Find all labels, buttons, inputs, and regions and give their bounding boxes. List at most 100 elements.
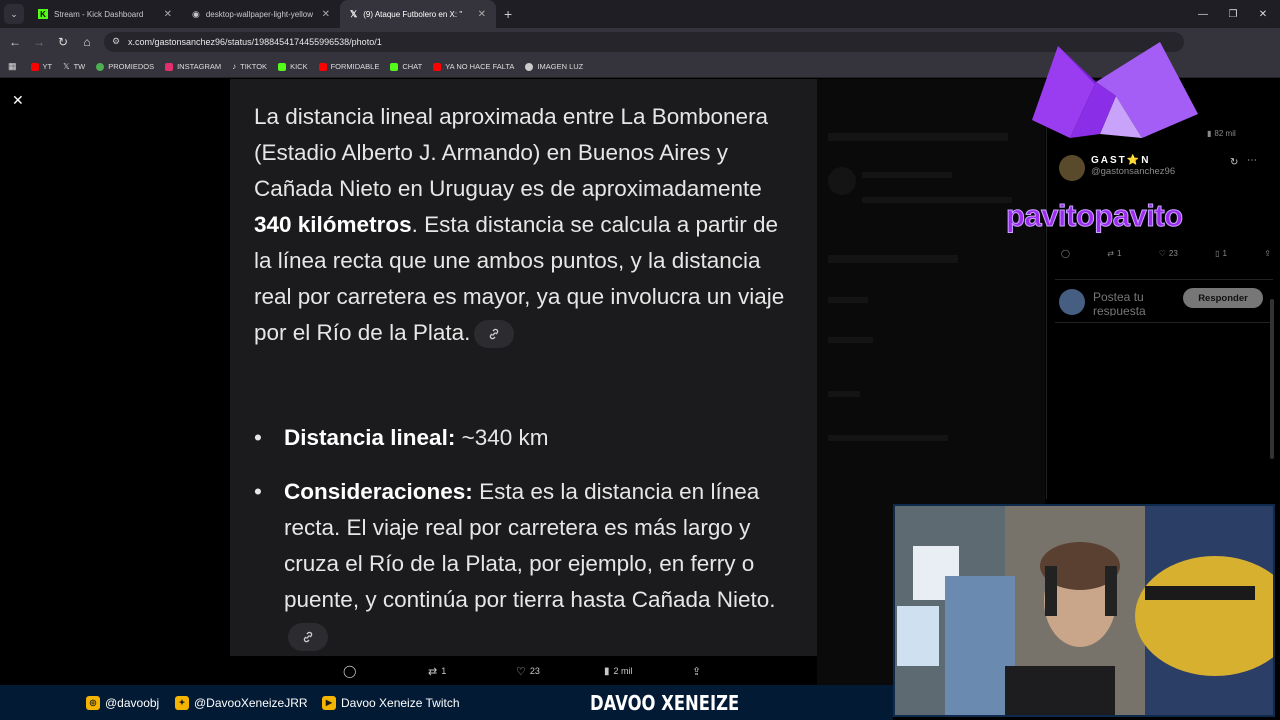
link-chip (288, 623, 328, 652)
tab-strip: ⌄ K Stream - Kick Dashboard ✕ ◉ desktop-… (0, 0, 1280, 28)
author-handle: @gastonsanchez96 (1091, 166, 1176, 177)
bookmark-ya-no-hace-falta[interactable]: YA NO HACE FALTA (433, 62, 514, 71)
bookmark-tiktok[interactable]: ♪ TIKTOK (232, 62, 267, 71)
instagram-icon: ◎ (86, 695, 100, 710)
avatar[interactable] (1059, 155, 1085, 181)
retweet-icon: ⇄ (428, 665, 438, 678)
promiedos-icon (96, 62, 105, 71)
close-icon[interactable]: ✕ (12, 92, 24, 109)
bookmark-instagram[interactable]: INSTAGRAM (165, 62, 221, 71)
ghost-line (828, 435, 948, 441)
close-icon[interactable]: ✕ (164, 9, 172, 20)
chevron-down-icon: ⌄ (10, 8, 18, 19)
tab-x-status[interactable]: 𝕏 (9) Ataque Futbolero en X: " ✕ (340, 0, 496, 28)
bold-distance: 340 kilómetros (254, 212, 412, 237)
like-button[interactable]: ♡ 23 (516, 665, 540, 678)
reply-composer: Postea tu respuesta Responder (1055, 279, 1273, 323)
reply-button[interactable]: ◯ (343, 664, 356, 678)
reply-submit-button[interactable]: Responder (1183, 288, 1263, 308)
views-button[interactable]: ▮ 2 mil (604, 666, 633, 677)
x-icon: 𝕏 (63, 62, 70, 71)
address-bar[interactable]: ⚙ x.com/gastonsanchez96/status/198845417… (104, 32, 1184, 52)
stream-info-bar: ◎ @davoobj ✦ @DavooXeneizeJRR ▶ Davoo Xenei… (0, 685, 893, 720)
photo-paragraph: La distancia lineal aproximada entre La … (254, 99, 799, 351)
close-icon[interactable]: ✕ (322, 9, 330, 20)
x-icon: 𝕏 (350, 8, 358, 19)
channel-logo (1032, 42, 1198, 138)
retweet-button[interactable]: ⇄ 1 (1107, 249, 1121, 258)
retweet-button[interactable]: ⇄ 1 (428, 665, 446, 678)
link-chip (474, 320, 515, 349)
reply-icon: ◯ (1061, 249, 1070, 258)
share-button[interactable]: ⇪ (692, 665, 701, 678)
bookmark-imagen-luz[interactable]: IMAGEN LUZ (525, 62, 583, 71)
avatar (1059, 289, 1085, 315)
youtube-icon (433, 62, 442, 71)
reply-button[interactable]: ◯ (1061, 249, 1070, 258)
bookmark-kick[interactable]: KICK (278, 62, 308, 71)
grok-icon[interactable]: ↻ (1230, 157, 1238, 168)
overlay-channel-name: pavitopavito (1006, 198, 1184, 234)
webcam-scene (895, 506, 1273, 715)
link-icon (490, 328, 499, 340)
bookmark-formidable[interactable]: FORMIDABLE (318, 62, 379, 71)
youtube-icon (318, 62, 327, 71)
url-text: x.com/gastonsanchez96/status/19884541744… (128, 37, 382, 47)
close-icon[interactable]: ✕ (478, 9, 486, 20)
bookmark-yt[interactable]: YT (30, 62, 52, 71)
reply-icon: ◯ (343, 664, 357, 678)
bar-chart-icon: ▮ (1207, 129, 1212, 138)
kick-icon: K (38, 9, 48, 19)
forward-button[interactable]: → (27, 35, 51, 49)
site-info-icon[interactable]: ⚙ (112, 36, 120, 47)
list-item: Distancia lineal: ~340 km (254, 420, 799, 456)
bookmark-icon: ▯ (1215, 249, 1220, 258)
ghost-line (828, 391, 860, 397)
restore-button[interactable]: ❐ (1216, 0, 1250, 28)
kick-icon (278, 62, 287, 71)
minimize-button[interactable]: — (1186, 0, 1220, 28)
tweet-detail-panel: ▮ 82 mil GAST⭐N @gastonsanchez96 ↻ ⋯ ◯ ⇄ 1… (1046, 79, 1280, 499)
ghost-heading (828, 133, 1008, 141)
youtube-icon: ▶ (322, 695, 336, 710)
more-icon[interactable]: ⋯ (1247, 155, 1257, 166)
bullet-list: Distancia lineal: ~340 km Consideracione… (254, 420, 799, 656)
instagram-icon (165, 62, 174, 71)
tab-search-button[interactable]: ⌄ (4, 4, 24, 24)
photo-action-bar: ◯ ⇄ 1 ♡ 23 ▮ 2 mil ⇪ (230, 657, 817, 685)
bar-chart-icon: ▮ (604, 665, 610, 677)
author-name: GAST⭐N (1091, 155, 1151, 166)
tweet-views: ▮ 82 mil (1207, 129, 1236, 138)
globe-icon (525, 62, 534, 71)
heart-icon: ♡ (1158, 249, 1166, 258)
tab-label: Stream - Kick Dashboard (54, 9, 144, 19)
reply-input[interactable]: Postea tu respuesta (1093, 290, 1183, 316)
stream-brand: DAVOO XENEIZE (590, 691, 740, 715)
tab-label: (9) Ataque Futbolero en X: " (363, 9, 463, 19)
share-button[interactable]: ⇪ (1264, 249, 1271, 258)
reload-button[interactable]: ↻ (51, 35, 75, 49)
apps-icon[interactable]: ▦ (8, 61, 17, 72)
bookmark-tw[interactable]: 𝕏 TW (63, 62, 85, 71)
link-icon (303, 631, 313, 643)
like-button[interactable]: ♡ 23 (1159, 249, 1178, 258)
bookmark-chat[interactable]: CHAT (390, 62, 422, 71)
tab-wallpaper[interactable]: ◉ desktop-wallpaper-light-yellow ✕ (182, 0, 340, 28)
bookmark-button[interactable]: ▯ 1 (1215, 249, 1227, 258)
youtube-icon (30, 62, 39, 71)
back-button[interactable]: ← (3, 35, 27, 49)
share-icon: ⇪ (1264, 249, 1271, 258)
tweet-author[interactable]: GAST⭐N @gastonsanchez96 (1059, 155, 1175, 181)
tiktok-icon: ♪ (232, 62, 237, 71)
close-window-button[interactable]: ✕ (1246, 0, 1280, 28)
new-tab-button[interactable]: + (504, 6, 512, 22)
tab-label: desktop-wallpaper-light-yellow (205, 9, 314, 19)
kick-icon (390, 62, 399, 71)
bookmark-promiedos[interactable]: PROMIEDOS (96, 62, 154, 71)
twitter-bird-icon: ✦ (175, 695, 189, 710)
retweet-icon: ⇄ (1107, 249, 1114, 258)
scrollbar[interactable] (1270, 299, 1274, 459)
tab-kick-dashboard[interactable]: K Stream - Kick Dashboard ✕ (28, 0, 182, 28)
youtube-handle: ▶ Davoo Xeneize Twitch (322, 695, 460, 710)
home-button[interactable]: ⌂ (75, 35, 99, 49)
